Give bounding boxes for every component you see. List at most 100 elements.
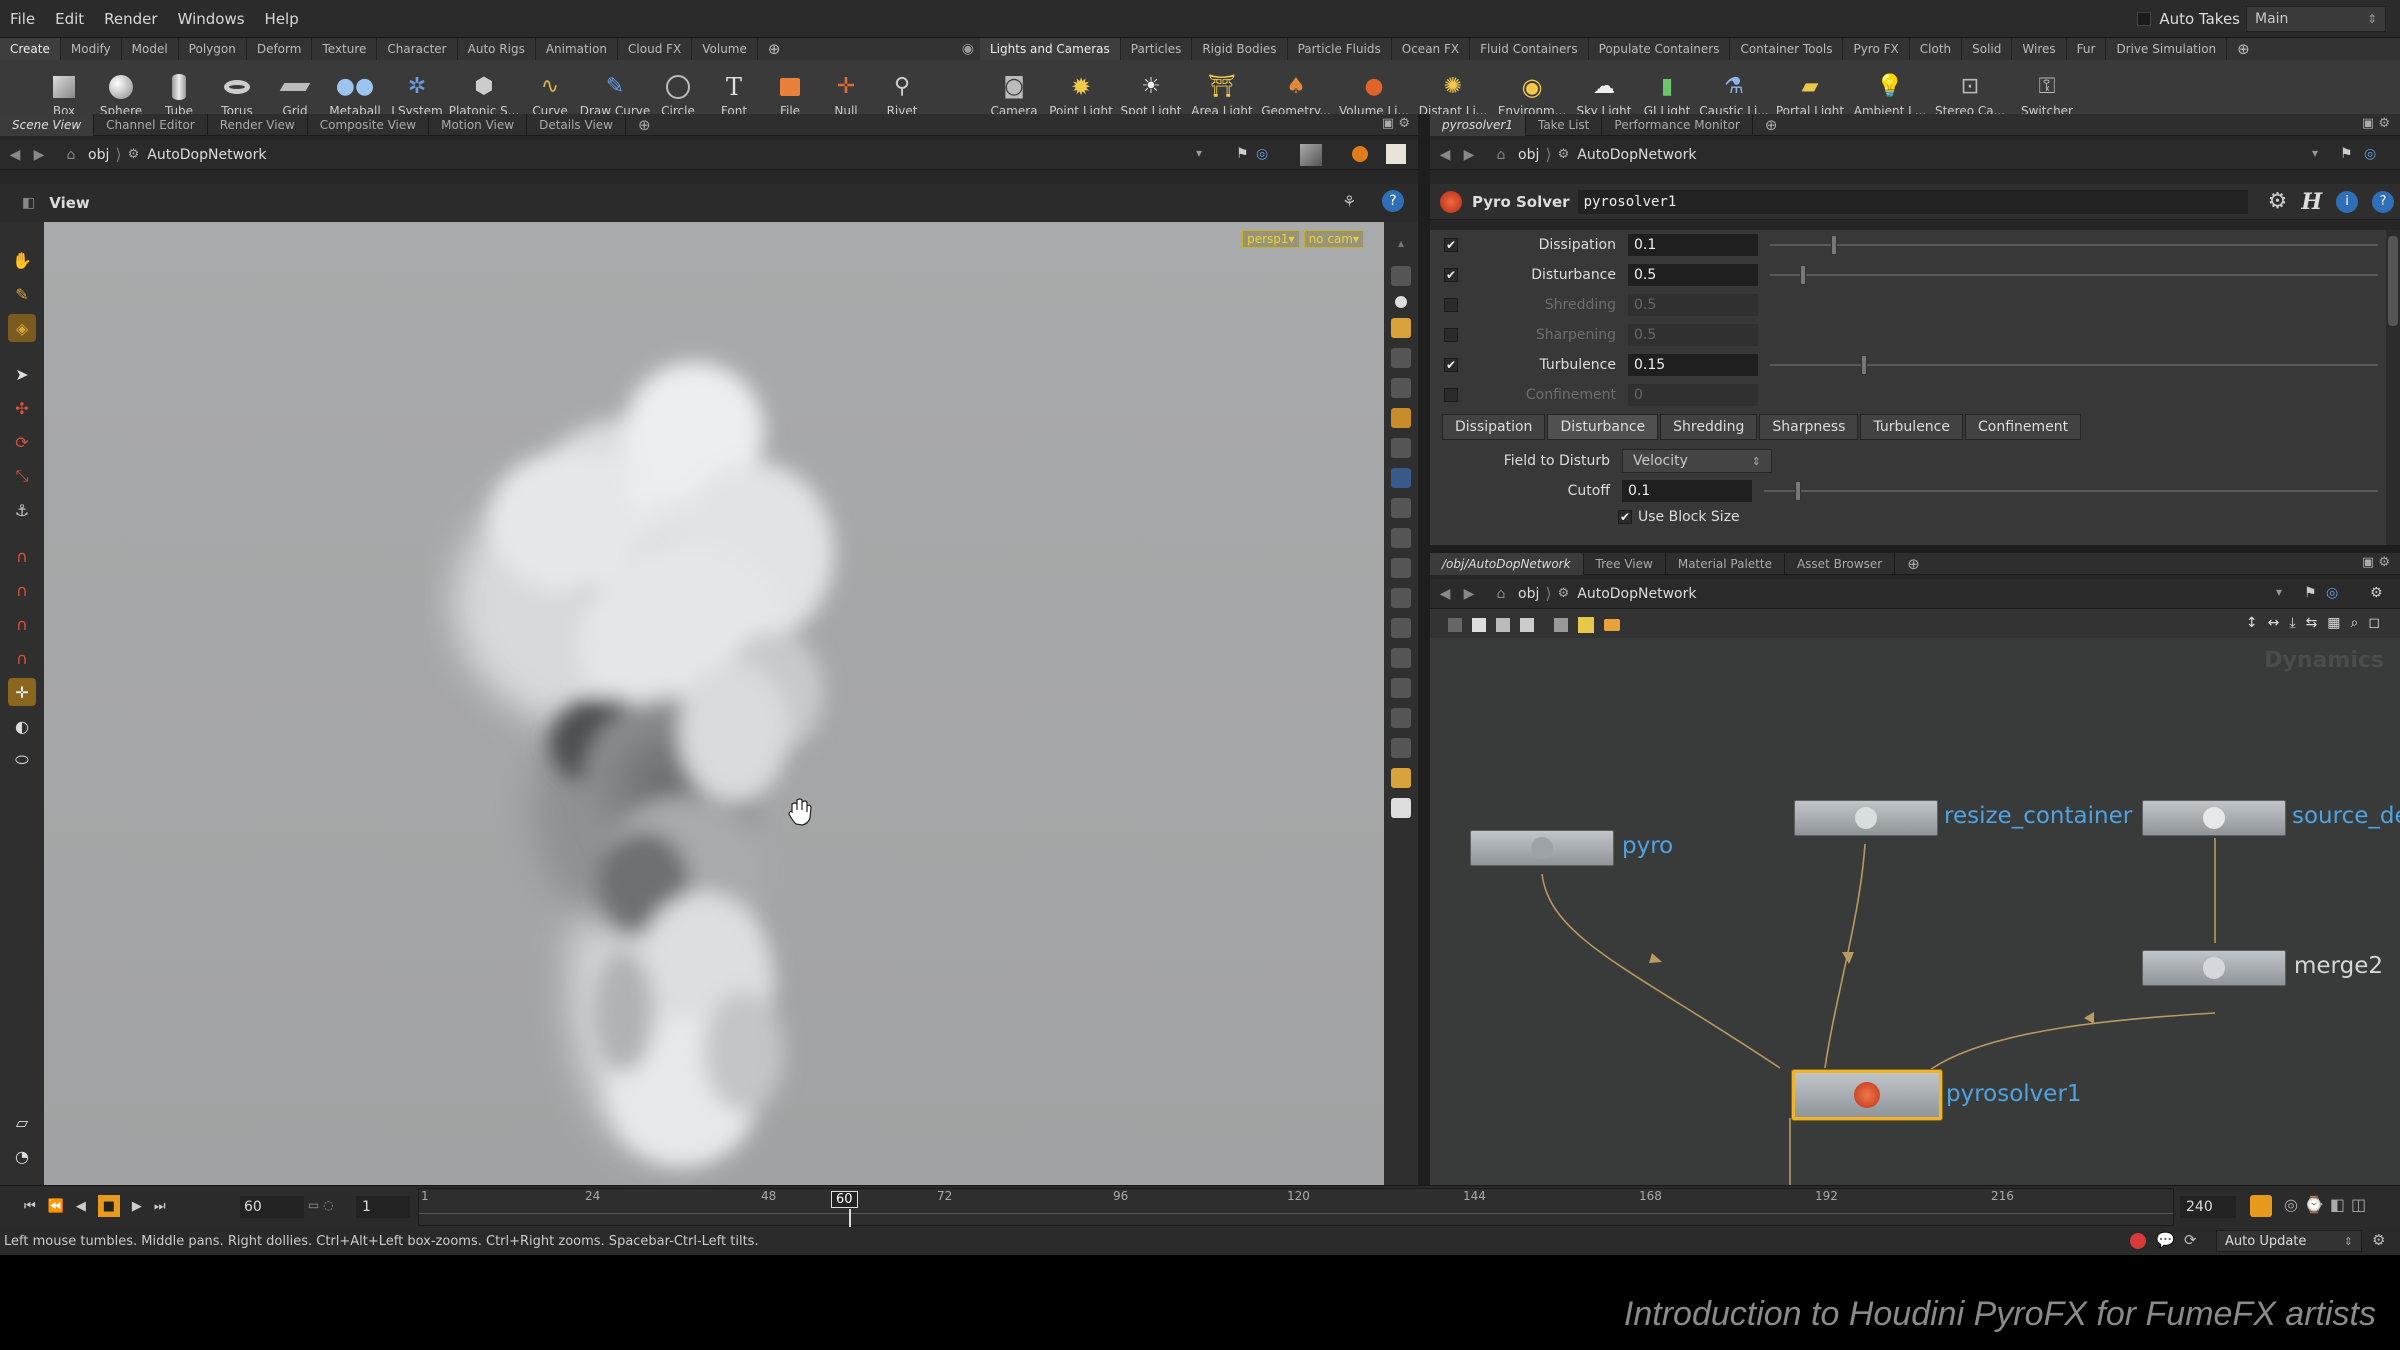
shelf-tab-texture[interactable]: Texture — [312, 38, 378, 60]
tool-draw-curve[interactable]: ✎ Draw Curve — [580, 60, 650, 118]
shelf-tab-volume[interactable]: Volume — [692, 38, 758, 60]
shelf-tab-fur[interactable]: Fur — [2067, 38, 2107, 60]
templates-icon[interactable] — [1391, 618, 1411, 638]
tool-rivet[interactable]: ⚲ Rivet — [874, 60, 930, 118]
shelf-tab-populate[interactable]: Populate Containers — [1589, 38, 1731, 60]
scale-tool-icon[interactable]: ⤡ — [8, 462, 36, 490]
subtab-shredding[interactable]: Shredding — [1660, 414, 1758, 440]
pane-maximize-icon[interactable]: ▣ ⚙ — [2362, 555, 2390, 570]
desktop-select[interactable]: Main ⇕ — [2246, 6, 2386, 32]
shelf-tab-animation[interactable]: Animation — [536, 38, 619, 60]
error-indicator-icon[interactable] — [2130, 1233, 2146, 1249]
layout-mode-icon[interactable] — [1496, 618, 1510, 632]
path-autodopnetwork[interactable]: AutoDopNetwork — [147, 147, 266, 163]
tool-ambient-light[interactable]: 💡 Ambient L... — [1850, 60, 1930, 118]
tab-asset-browser[interactable]: Asset Browser — [1785, 552, 1896, 575]
current-frame-field[interactable]: 60 — [240, 1196, 304, 1218]
back-arrow-icon[interactable]: ◀ — [1436, 585, 1454, 603]
tab-details-view[interactable]: Details View — [527, 113, 626, 136]
play-reverse-icon[interactable]: ◀ — [76, 1199, 86, 1214]
tool-torus[interactable]: Torus — [208, 60, 266, 118]
disturbance-field[interactable]: 0.5 — [1628, 264, 1758, 286]
render-icon[interactable] — [1352, 146, 1368, 162]
tool-geometry-light[interactable]: ♠ Geometry... — [1258, 60, 1334, 118]
sticky-note-icon[interactable] — [1578, 617, 1594, 633]
tool-camera[interactable]: ◙ Camera — [982, 60, 1046, 118]
tool-file[interactable]: File — [762, 60, 818, 118]
tool-caustic-light[interactable]: ⚗ Caustic Li... — [1698, 60, 1770, 118]
tab-composite-view[interactable]: Composite View — [308, 113, 430, 136]
subtab-dissipation[interactable]: Dissipation — [1442, 414, 1546, 440]
path-dropdown-icon[interactable]: ▾ — [2312, 146, 2318, 160]
tool-lsystem[interactable]: ✲ LSystem — [386, 60, 448, 118]
shelf-tab-auto-rigs[interactable]: Auto Rigs — [458, 38, 536, 60]
turbulence-slider[interactable] — [1770, 355, 2378, 375]
3d-viewport[interactable]: persp1▾ no cam▾ — [44, 222, 1384, 1185]
add-shelf-icon[interactable]: ⊕ — [2227, 38, 2260, 60]
auto-takes-toggle[interactable]: Auto Takes — [2137, 0, 2240, 38]
use-block-size-checkbox[interactable]: ✔ — [1618, 510, 1632, 524]
display-options-icon[interactable] — [1300, 144, 1322, 166]
path-obj[interactable]: obj — [1518, 147, 1539, 163]
shelf-tab-fluid-containers[interactable]: Fluid Containers — [1470, 38, 1589, 60]
node-label-merge2[interactable]: merge2 — [2294, 953, 2383, 979]
tool-stereo-camera[interactable]: ⊡ Stereo Ca... — [1930, 60, 2010, 118]
tile-mode-icon[interactable] — [1472, 618, 1486, 632]
frame-step-icons[interactable]: ▭ ◌ — [308, 1198, 334, 1212]
path-obj[interactable]: obj — [1518, 586, 1539, 602]
slider-handle[interactable] — [1830, 235, 1837, 255]
move-tool-icon[interactable]: ✣ — [8, 394, 36, 422]
add-shelf-icon[interactable]: ⊕ — [758, 38, 791, 60]
subtab-turbulence[interactable]: Turbulence — [1860, 414, 1963, 440]
confinement-checkbox[interactable] — [1444, 388, 1458, 402]
network-editor[interactable]: Dynamics pyro resize_container source_de… — [1430, 638, 2400, 1185]
tool-volume-light[interactable]: ● Volume Li... — [1334, 60, 1414, 118]
tab-tree-view[interactable]: Tree View — [1584, 552, 1666, 575]
subnet-icon[interactable] — [1604, 619, 1620, 631]
tab-autodopnetwork[interactable]: /obj/AutoDopNetwork — [1430, 552, 1584, 575]
point-display-icon[interactable] — [1391, 468, 1411, 488]
path-autodopnetwork[interactable]: AutoDopNetwork — [1577, 147, 1696, 163]
scroll-up-icon[interactable]: ▴ — [1391, 236, 1411, 256]
path-autodopnetwork[interactable]: AutoDopNetwork — [1577, 586, 1696, 602]
turbulence-checkbox[interactable]: ✔ — [1444, 358, 1458, 372]
add-tab-icon[interactable]: ⊕ — [626, 114, 663, 136]
snapshot-icon[interactable] — [1386, 144, 1406, 164]
param-scrollbar[interactable] — [2386, 230, 2400, 545]
sharpening-checkbox[interactable] — [1444, 328, 1458, 342]
help-icon[interactable]: ? — [1382, 190, 1404, 212]
node-pyrosolver1[interactable] — [1792, 1070, 1942, 1120]
tool-portal-light[interactable]: ▰ Portal Light — [1770, 60, 1850, 118]
step-back-icon[interactable]: ⏪ — [48, 1199, 64, 1214]
snap-icon[interactable]: ✛ — [8, 678, 36, 706]
shelf-tab-deform[interactable]: Deform — [247, 38, 313, 60]
node-label-resize-container[interactable]: resize_container — [1944, 803, 2132, 829]
tool-metaball[interactable]: ●● Metaball — [324, 60, 386, 118]
slider-handle[interactable] — [1794, 481, 1801, 501]
tool-curve[interactable]: ∿ Curve — [520, 60, 580, 118]
tool-circle[interactable]: Circle — [650, 60, 706, 118]
link-icon[interactable]: ◎ — [2326, 585, 2338, 601]
subtab-disturbance[interactable]: Disturbance — [1547, 414, 1659, 440]
tool-area-light[interactable]: ⛩ Area Light — [1186, 60, 1258, 118]
shelf-tab-wires[interactable]: Wires — [2012, 38, 2067, 60]
path-obj[interactable]: obj — [88, 147, 109, 163]
node-pyro[interactable] — [1470, 830, 1614, 866]
display-mode-icon[interactable] — [1391, 408, 1411, 428]
cutoff-field[interactable]: 0.1 — [1622, 480, 1752, 502]
tool-sky-light[interactable]: ☁ Sky Light — [1572, 60, 1636, 118]
gear-icon[interactable]: ⚙ — [2370, 585, 2383, 601]
back-arrow-icon[interactable]: ◀ — [6, 146, 24, 164]
field-to-disturb-select[interactable]: Velocity ⇕ — [1622, 449, 1772, 473]
shelf-tab-ocean-fx[interactable]: Ocean FX — [1392, 38, 1471, 60]
back-arrow-icon[interactable]: ◀ — [1436, 146, 1454, 164]
shelf-tab-modify[interactable]: Modify — [61, 38, 122, 60]
paint-tool-icon[interactable]: ✎ — [8, 280, 36, 308]
visibility-icon[interactable] — [1391, 588, 1411, 608]
tool-sphere[interactable]: Sphere — [92, 60, 150, 118]
wireframe-icon[interactable] — [1391, 348, 1411, 368]
grid-mode-icon[interactable] — [1520, 618, 1534, 632]
tool-tube[interactable]: Tube — [150, 60, 208, 118]
shelf-menu-icon[interactable]: ◉ — [962, 41, 974, 57]
tab-channel-editor[interactable]: Channel Editor — [94, 113, 208, 136]
